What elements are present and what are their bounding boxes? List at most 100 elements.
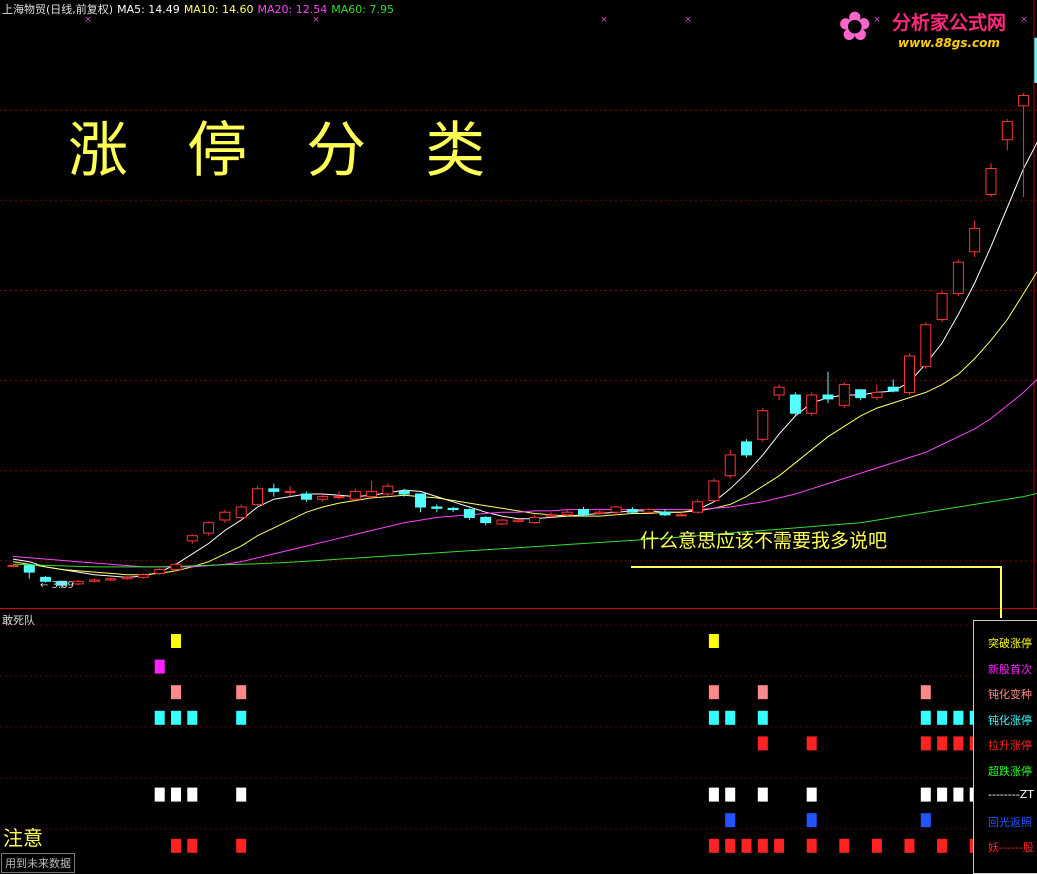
candle-body: [463, 509, 475, 518]
signal-marker: [154, 659, 165, 674]
signal-marker: [708, 710, 719, 725]
signal-marker: [708, 685, 719, 700]
candle-body: [920, 324, 932, 367]
legend-item: 拉升涨停: [988, 739, 1032, 752]
signal-marker: [937, 736, 948, 751]
candle-body: [806, 394, 818, 414]
signal-marker: [171, 838, 181, 853]
candle-body: [219, 511, 231, 521]
legend-item: 钝化涨停: [988, 714, 1032, 727]
candle-body: [757, 410, 769, 440]
candle-body: [252, 488, 263, 505]
candle-body: [284, 490, 296, 493]
signal-marker: [741, 838, 752, 853]
candle-body: [398, 490, 410, 495]
legend-item: 突破涨停: [988, 637, 1032, 650]
signal-marker: [937, 838, 948, 853]
future-data-button[interactable]: 用到未来数据: [1, 853, 75, 873]
candle-body: [626, 509, 638, 513]
signal-marker: [708, 838, 719, 853]
signal-marker: [725, 813, 736, 828]
indicator-title: 敢死队: [2, 614, 35, 627]
legend-item: 妖------股: [988, 841, 1034, 854]
candle-body: [496, 519, 508, 525]
note-label: 注意: [3, 826, 43, 850]
candle-body: [366, 490, 378, 498]
signal-marker: [953, 710, 964, 725]
candle-body: [23, 565, 35, 573]
legend-item: 新股首次: [988, 663, 1032, 676]
candle-body: [300, 493, 312, 500]
candle-body: [1018, 95, 1030, 107]
ma60-value: MA60: 7.95: [331, 3, 394, 16]
signal-marker: [757, 736, 768, 751]
signal-marker: [937, 787, 948, 802]
ma20-value: MA20: 12.54: [257, 3, 328, 16]
signal-marker: [937, 710, 948, 725]
candle-body: [969, 227, 981, 253]
signal-marker: [839, 838, 850, 853]
signal-marker: [187, 838, 198, 853]
candle-body: [675, 514, 687, 517]
ma-line-ma20: [12, 378, 1037, 568]
candle-body: [904, 355, 915, 393]
signal-marker: [708, 634, 719, 648]
signal-marker: [953, 787, 964, 802]
signal-marker: [236, 685, 247, 700]
signal-marker: [757, 787, 768, 802]
signal-marker: [187, 787, 198, 802]
logo-url: www.88gs.com: [898, 36, 1000, 50]
candle-body: [480, 516, 492, 524]
signal-marker: [806, 787, 817, 802]
flower-icon: ✿: [838, 4, 872, 50]
signal-marker: [757, 838, 768, 853]
candle-body: [887, 386, 899, 392]
signal-marker: [920, 736, 931, 751]
overlay-annotation: 什么意思应该不需要我多说吧: [640, 530, 888, 552]
signal-marker: [806, 838, 817, 853]
candle-body: [333, 496, 345, 499]
signal-marker: [806, 736, 817, 751]
candle-body: [838, 384, 850, 406]
candle-body: [643, 509, 655, 513]
candle-body: [89, 579, 100, 582]
signal-marker: [953, 736, 964, 751]
chart-header: 上海物贸(日线,前复权) MA5: 14.49 MA10: 14.60 MA20: 1…: [2, 1, 398, 17]
signal-marker: [806, 813, 817, 828]
candle-body: [382, 485, 394, 495]
candle-body: [871, 391, 883, 399]
candle-body: [578, 509, 589, 516]
overlay-title: 涨 停 分 类: [68, 116, 506, 186]
candle-body: [822, 394, 834, 400]
candle-body: [724, 454, 736, 477]
candle-body: [431, 506, 443, 509]
candle-body: [7, 565, 19, 568]
signal-marker: [774, 838, 785, 853]
signal-marker: [171, 710, 181, 725]
stock-name: 上海物贸(日线,前复权): [2, 3, 114, 16]
legend-item: 回光返照: [988, 816, 1032, 829]
candle-body: [952, 261, 964, 295]
signal-marker: [236, 787, 247, 802]
candle-body: [741, 441, 752, 456]
signal-marker: [757, 685, 768, 700]
candle-body: [349, 490, 361, 500]
signal-marker: [920, 787, 931, 802]
signal-marker: [757, 710, 768, 725]
signal-marker: [725, 710, 736, 725]
candle-body: [512, 519, 524, 522]
signal-marker: [708, 787, 719, 802]
marker-icon: ×: [684, 15, 692, 25]
candle-body: [610, 506, 622, 513]
legend-item: 超跌涨停: [988, 765, 1032, 778]
candle-body: [415, 493, 426, 508]
signal-marker: [154, 710, 165, 725]
annotation-pointer: [631, 566, 1002, 618]
signal-marker: [154, 787, 165, 802]
candle-body: [936, 293, 948, 320]
min-price-label: ← 3.69: [40, 580, 74, 591]
signal-marker: [187, 710, 198, 725]
candle-body: [773, 386, 785, 396]
signal-marker: [725, 787, 736, 802]
ma10-value: MA10: 14.60: [183, 3, 254, 16]
